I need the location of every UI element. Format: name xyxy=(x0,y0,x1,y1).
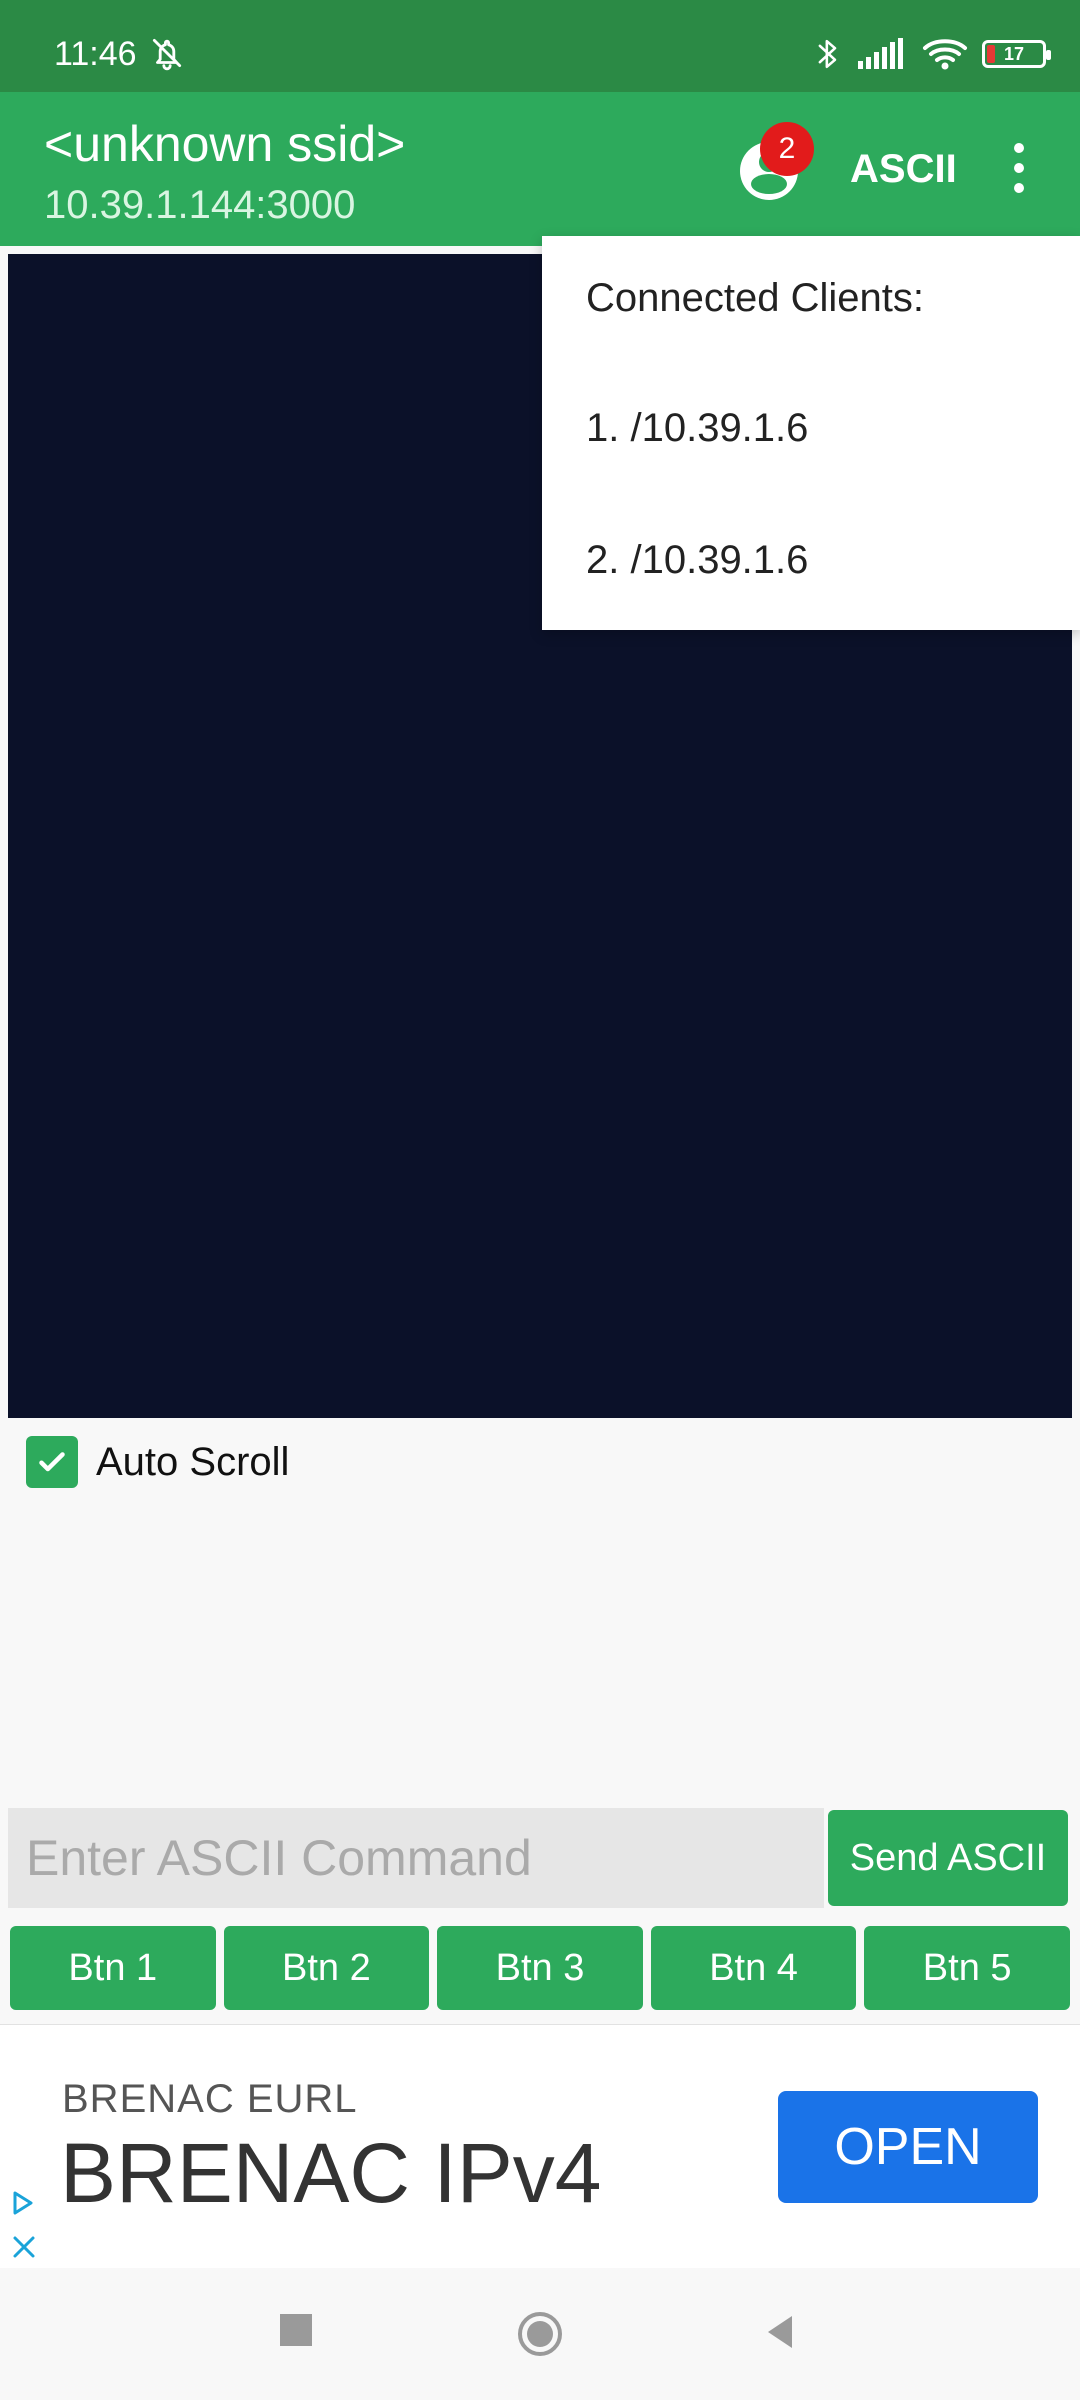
ad-banner[interactable]: BRENAC EURL BRENAC IPv4 OPEN xyxy=(0,2024,1080,2269)
clients-count-badge: 2 xyxy=(760,122,814,176)
notifications-muted-icon xyxy=(152,38,182,71)
ad-open-button[interactable]: OPEN xyxy=(778,2091,1038,2203)
status-bar: 11:46 17 xyxy=(0,0,1080,92)
ascii-command-input[interactable] xyxy=(8,1808,824,1908)
btn-1-button[interactable]: Btn 1 xyxy=(10,1926,216,2010)
recent-apps-icon[interactable] xyxy=(280,2314,312,2346)
mode-toggle-button[interactable]: ASCII xyxy=(850,146,957,192)
wifi-icon xyxy=(923,39,967,70)
battery-percentage: 17 xyxy=(1003,43,1025,64)
send-ascii-button[interactable]: Send ASCII xyxy=(828,1810,1068,1906)
app-bar: <unknown ssid> 10.39.1.144:3000 2 ASCII xyxy=(0,92,1080,246)
btn-5-button[interactable]: Btn 5 xyxy=(864,1926,1070,2010)
btn-4-button[interactable]: Btn 4 xyxy=(650,1926,857,2010)
auto-scroll-control[interactable]: Auto Scroll xyxy=(26,1436,289,1488)
signal-icon xyxy=(858,38,903,69)
dropdown-title: Connected Clients: xyxy=(586,276,924,320)
ad-close-icon[interactable] xyxy=(10,2233,38,2261)
back-icon[interactable] xyxy=(762,2312,798,2352)
connected-client-item[interactable]: 2. /10.39.1.6 xyxy=(586,538,808,583)
server-address: 10.39.1.144:3000 xyxy=(44,183,356,227)
battery-level-fill xyxy=(987,45,995,63)
quick-buttons-row: Btn 1 Btn 2 Btn 3 Btn 4 Btn 5 xyxy=(10,1926,1070,2010)
connected-clients-dropdown: Connected Clients: 1. /10.39.1.6 2. /10.… xyxy=(542,236,1080,630)
checkmark-icon xyxy=(39,1452,65,1472)
more-options-icon[interactable] xyxy=(1004,138,1034,198)
ad-company: BRENAC EURL xyxy=(62,2077,358,2121)
status-time: 11:46 xyxy=(54,35,137,73)
btn-2-button[interactable]: Btn 2 xyxy=(223,1926,430,2010)
ad-choices-icon[interactable] xyxy=(10,2189,36,2217)
auto-scroll-label: Auto Scroll xyxy=(96,1439,290,1484)
home-icon[interactable] xyxy=(516,2310,564,2358)
status-right-group: 17 xyxy=(814,34,1051,74)
battery-indicator: 17 xyxy=(982,40,1051,68)
page-title: <unknown ssid> xyxy=(44,116,406,172)
bluetooth-icon xyxy=(818,39,837,69)
ad-title: BRENAC IPv4 xyxy=(60,2126,602,2220)
connected-client-item[interactable]: 1. /10.39.1.6 xyxy=(586,406,808,451)
btn-3-button[interactable]: Btn 3 xyxy=(437,1926,643,2010)
navigation-bar xyxy=(0,2268,1080,2400)
auto-scroll-checkbox[interactable] xyxy=(26,1436,78,1488)
